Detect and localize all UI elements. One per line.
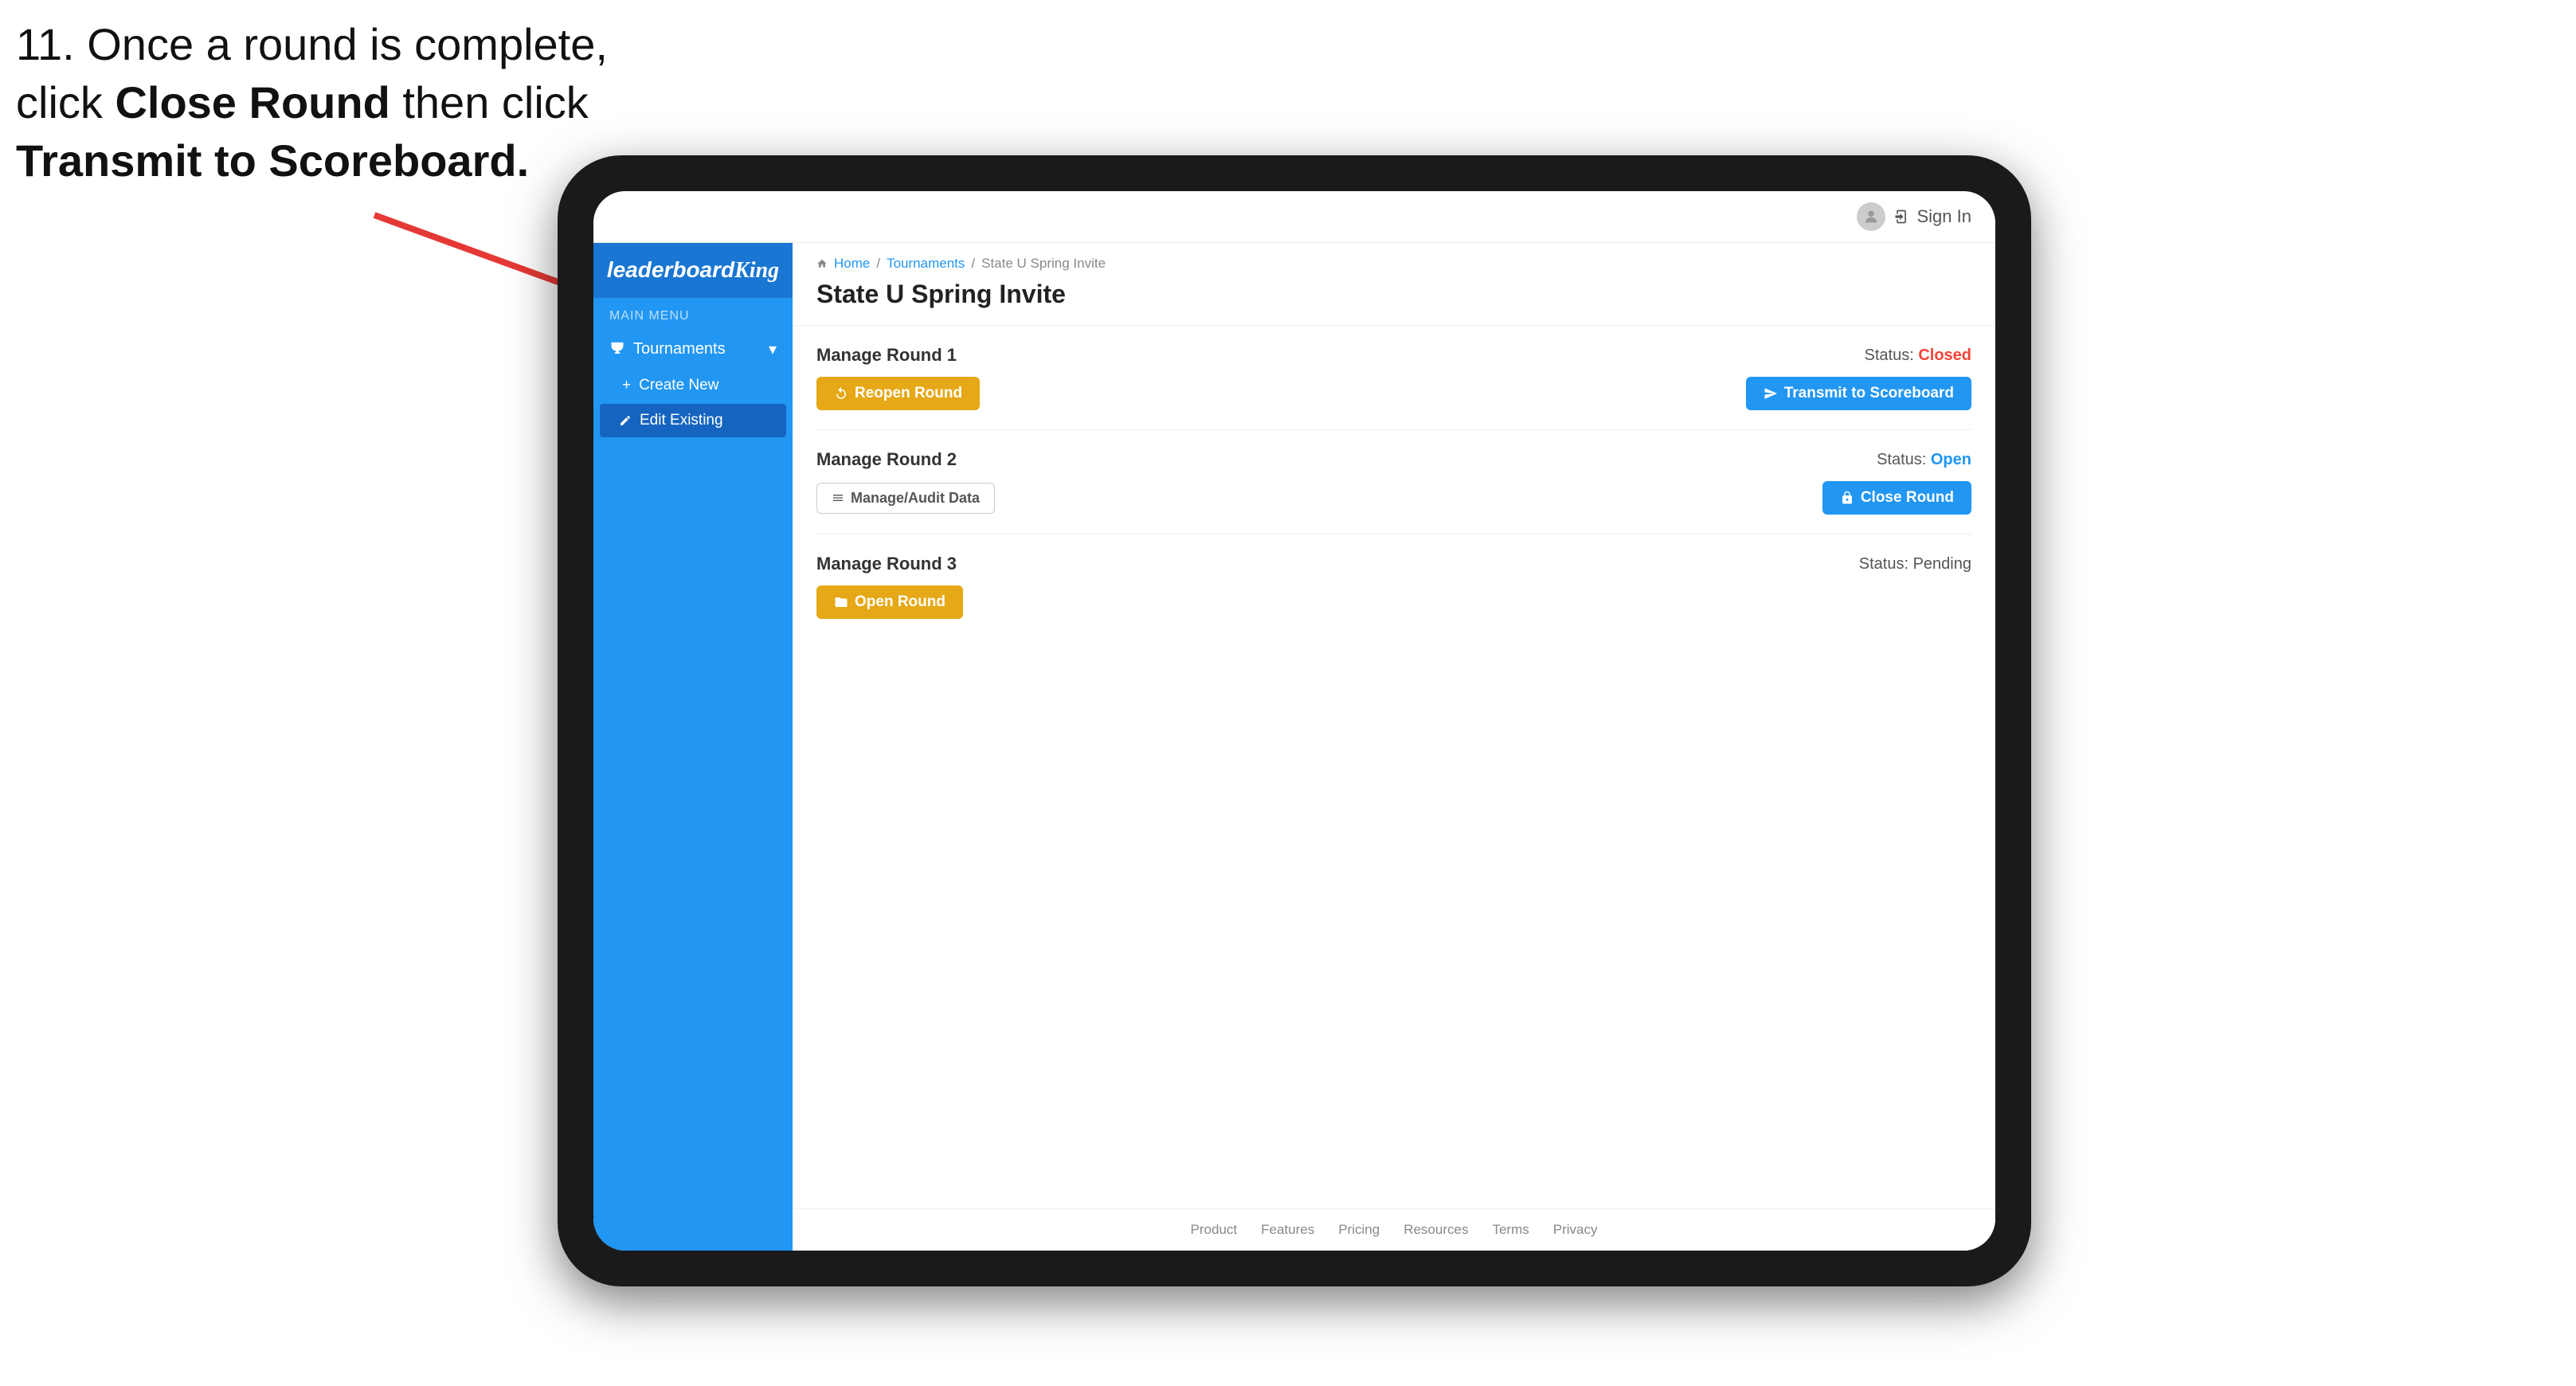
footer-product[interactable]: Product <box>1191 1222 1238 1238</box>
breadcrumb: Home / Tournaments / State U Spring Invi… <box>816 256 1971 272</box>
round-2-status: Status: Open <box>1877 451 1971 469</box>
manage-audit-button[interactable]: Manage/Audit Data <box>816 483 995 514</box>
footer-privacy[interactable]: Privacy <box>1553 1222 1598 1238</box>
signin-arrow-icon <box>1893 209 1909 225</box>
sign-in-area[interactable]: Sign In <box>1857 202 1972 231</box>
breadcrumb-current: State U Spring Invite <box>981 256 1106 272</box>
sign-in-label[interactable]: Sign In <box>1917 206 1972 227</box>
chevron-down-icon: ▾ <box>769 339 777 359</box>
round-3-title: Manage Round 3 <box>816 554 957 574</box>
app-layout: leaderboardKing MAIN MENU Tournaments ▾ … <box>593 243 1995 1251</box>
audit-icon <box>832 491 844 504</box>
footer-features[interactable]: Features <box>1261 1222 1314 1238</box>
open-folder-icon <box>834 595 848 609</box>
reopen-icon <box>834 386 848 401</box>
home-icon <box>816 258 828 269</box>
app-topbar: Sign In <box>593 191 1995 243</box>
breadcrumb-home[interactable]: Home <box>834 256 870 272</box>
round-2-title: Manage Round 2 <box>816 449 957 470</box>
edit-existing-label: Edit Existing <box>640 412 723 429</box>
sidebar: leaderboardKing MAIN MENU Tournaments ▾ … <box>593 243 793 1251</box>
tablet-device: Sign In leaderboardKing MAIN MENU <box>558 155 2031 1286</box>
round-1-header: Manage Round 1 Status: Closed <box>816 345 1971 366</box>
tournaments-nav-label: Tournaments <box>633 340 726 358</box>
content-body: Manage Round 1 Status: Closed Reopen Rou… <box>793 326 1995 1208</box>
round-3-status-value: Pending <box>1913 555 1971 573</box>
sidebar-logo: leaderboardKing <box>593 243 793 298</box>
round-3-status: Status: Pending <box>1859 555 1971 574</box>
footer-resources[interactable]: Resources <box>1403 1222 1468 1238</box>
breadcrumb-sep2: / <box>971 256 975 272</box>
round-3-actions: Open Round <box>816 585 1971 619</box>
open-round-button[interactable]: Open Round <box>816 585 963 619</box>
lock-icon <box>1840 491 1854 505</box>
round-3-header: Manage Round 3 Status: Pending <box>816 554 1971 574</box>
tablet-screen: Sign In leaderboardKing MAIN MENU <box>593 191 1995 1251</box>
trophy-icon <box>609 342 625 358</box>
footer: Product Features Pricing Resources Terms… <box>793 1208 1995 1251</box>
instruction-text: 11. Once a round is complete, click Clos… <box>16 16 608 190</box>
round-1-title: Manage Round 1 <box>816 345 957 366</box>
page-title: State U Spring Invite <box>816 280 1971 309</box>
logo-text: leaderboardKing <box>607 257 779 284</box>
avatar <box>1857 202 1885 231</box>
sidebar-sub-item-create[interactable]: + Create New <box>593 369 793 402</box>
round-1-status: Status: Closed <box>1865 346 1972 365</box>
round-2-header: Manage Round 2 Status: Open <box>816 449 1971 470</box>
round-3-section: Manage Round 3 Status: Pending Open Roun… <box>816 554 1971 638</box>
round-1-status-value: Closed <box>1918 346 1971 364</box>
edit-icon <box>619 414 632 427</box>
breadcrumb-tournaments[interactable]: Tournaments <box>887 256 965 272</box>
round-2-status-value: Open <box>1931 451 1971 468</box>
breadcrumb-sep1: / <box>876 256 880 272</box>
round-2-section: Manage Round 2 Status: Open Manage/Audit… <box>816 449 1971 534</box>
footer-terms[interactable]: Terms <box>1492 1222 1529 1238</box>
round-1-section: Manage Round 1 Status: Closed Reopen Rou… <box>816 345 1971 430</box>
main-content: Home / Tournaments / State U Spring Invi… <box>793 243 1995 1251</box>
create-new-label: Create New <box>639 377 718 394</box>
transmit-icon <box>1764 386 1778 401</box>
transmit-scoreboard-button[interactable]: Transmit to Scoreboard <box>1746 377 1971 410</box>
round-2-actions: Manage/Audit Data Close Round <box>816 481 1971 515</box>
main-menu-label: MAIN MENU <box>593 298 793 330</box>
footer-pricing[interactable]: Pricing <box>1338 1222 1380 1238</box>
close-round-button[interactable]: Close Round <box>1822 481 1971 515</box>
sidebar-sub-item-edit[interactable]: Edit Existing <box>600 404 786 437</box>
reopen-round-button[interactable]: Reopen Round <box>816 377 980 410</box>
plus-icon: + <box>622 377 631 394</box>
sidebar-item-tournaments[interactable]: Tournaments ▾ <box>593 330 793 369</box>
content-header: Home / Tournaments / State U Spring Invi… <box>793 243 1995 326</box>
round-1-actions: Reopen Round Transmit to Scoreboard <box>816 377 1971 410</box>
